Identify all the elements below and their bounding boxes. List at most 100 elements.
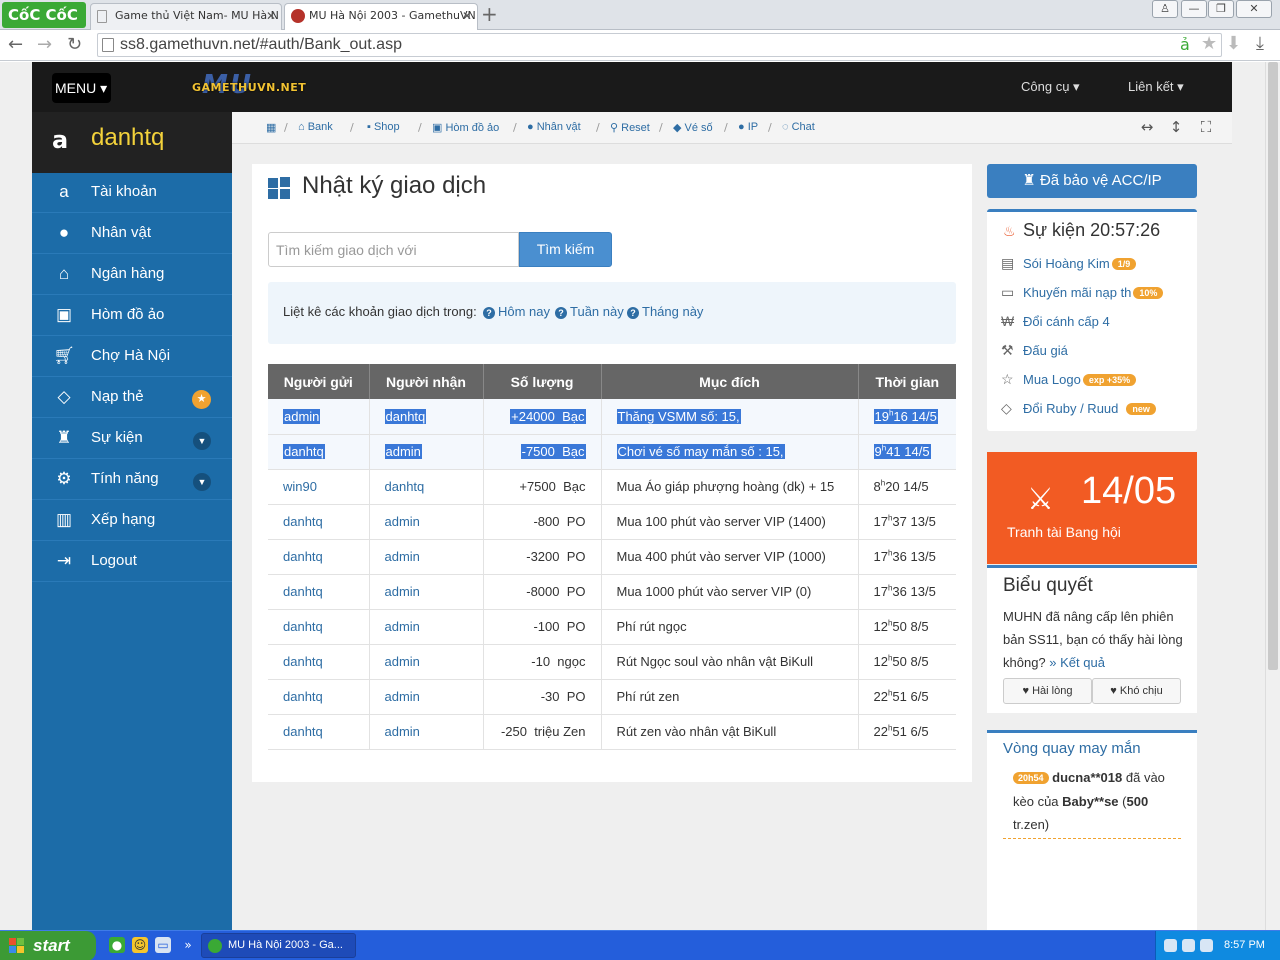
sidebar-item-account[interactable]: a Tài khoản (32, 173, 232, 213)
receiver-link[interactable]: admin (385, 549, 420, 564)
download-arrow-icon[interactable]: ⬇ (1226, 33, 1241, 54)
new-tab-icon[interactable]: + (481, 2, 501, 26)
download-icon[interactable]: ⤓ (1256, 33, 1264, 54)
receiver-link[interactable]: admin (385, 514, 420, 529)
search-input[interactable] (268, 232, 519, 267)
guild-war-tile[interactable]: ⚔ 14/05 Tranh tài Bang hội (987, 452, 1197, 564)
username[interactable]: danhtq (91, 124, 164, 152)
breadcrumb-chat[interactable]: ◌ Chat (782, 121, 815, 133)
receiver-link[interactable]: danhtq (385, 479, 425, 494)
chevron-down-icon[interactable]: ▼ (193, 473, 211, 491)
scrollbar-thumb[interactable] (1268, 62, 1278, 670)
receiver-link[interactable]: admin (384, 444, 422, 459)
messenger-icon[interactable] (1164, 939, 1177, 952)
breadcrumb-chest[interactable]: ▣ Hòm đồ ảo (432, 121, 499, 134)
sidebar-item-bank[interactable]: ⌂ Ngân hàng (32, 255, 232, 295)
receiver-link[interactable]: admin (385, 654, 420, 669)
breadcrumb-ip[interactable]: ● IP (738, 121, 758, 133)
filter-week-link[interactable]: ? Tuần này (555, 304, 624, 319)
links-dropdown[interactable]: Liên kết ▾ (1128, 79, 1184, 95)
sidebar-item-market[interactable]: 🛒︎ Chợ Hà Nội (32, 337, 232, 377)
filter-link-label: Tháng này (642, 304, 704, 319)
browser-tab[interactable]: Game thủ Việt Nam- MU Hà N ✕ (90, 3, 282, 30)
fullscreen-icon[interactable]: ⛶ (1196, 118, 1216, 136)
restore-icon[interactable]: ❐ (1208, 0, 1234, 18)
chevron-down-icon[interactable]: ▼ (193, 432, 211, 450)
volume-icon[interactable] (1200, 939, 1213, 952)
close-window-icon[interactable]: ✕ (1236, 0, 1272, 18)
sender-link[interactable]: danhtq (283, 514, 323, 529)
sender-link[interactable]: danhtq (283, 724, 323, 739)
sidebar-item-logout[interactable]: ⇥ Logout (32, 542, 232, 582)
sidebar-item-features[interactable]: ⚙ Tính năng ▼ (32, 460, 232, 500)
wheel-title[interactable]: Vòng quay may mắn (1003, 740, 1141, 757)
event-item[interactable]: ₩ Đổi cánh cấp 4 (1001, 313, 1110, 335)
poll-no-button[interactable]: ♥ Khó chịu (1092, 678, 1181, 704)
tools-dropdown[interactable]: Công cụ ▾ (1021, 79, 1080, 95)
menu-button[interactable]: MENU ▾ (52, 73, 111, 103)
breadcrumb-lottery[interactable]: ◆ Vé số (673, 121, 713, 134)
filter-today-link[interactable]: ? Hôm nay (483, 304, 550, 319)
browser-tab-active[interactable]: MU Hà Nội 2003 - GamethuVN ✕ (284, 3, 478, 30)
filter-month-link[interactable]: ? Tháng này (627, 304, 703, 319)
smiley-icon[interactable]: ☺ (132, 937, 148, 953)
start-button[interactable]: start (0, 931, 96, 960)
sender-link[interactable]: danhtq (283, 654, 323, 669)
receiver-link[interactable]: admin (385, 724, 420, 739)
breadcrumb-bank[interactable]: ⌂ Bank (298, 121, 333, 133)
sender-link[interactable]: danhtq (283, 689, 323, 704)
page-scrollbar[interactable] (1265, 62, 1280, 930)
sidebar-item-events[interactable]: ♜ Sự kiện ▼ (32, 419, 232, 459)
account-protected-button[interactable]: ♜ Đã bảo vệ ACC/IP (987, 164, 1197, 198)
sender-link[interactable]: win90 (283, 479, 317, 494)
show-desktop-icon[interactable]: ▭ (155, 937, 171, 953)
network-icon[interactable] (1182, 939, 1195, 952)
poll-yes-button[interactable]: ♥ Hài lòng (1003, 678, 1092, 704)
browser-logo[interactable]: CốC CốC (2, 2, 86, 28)
sender-link[interactable]: danhtq (283, 444, 325, 459)
event-item[interactable]: ☆ Mua Logo exp +35% (1001, 371, 1137, 393)
resize-horizontal-icon[interactable]: ↔ (1137, 118, 1157, 136)
reload-icon[interactable]: ↻ (67, 34, 82, 55)
resize-vertical-icon[interactable]: ↕ (1166, 118, 1186, 136)
receiver-link[interactable]: admin (385, 584, 420, 599)
receiver-link[interactable]: danhtq (384, 408, 427, 424)
bookmark-star-icon[interactable]: ★ (1201, 33, 1217, 54)
close-icon[interactable]: ✕ (266, 4, 276, 28)
sender-link[interactable]: danhtq (283, 549, 323, 564)
sender-link[interactable]: admin (283, 408, 321, 424)
event-item[interactable]: ▤ Sói Hoàng Kim 1/9 (1001, 255, 1137, 277)
breadcrumb-reset[interactable]: ⚲ Reset (610, 121, 650, 134)
sidebar-item-ranking[interactable]: ▥ Xếp hạng (32, 501, 232, 541)
search-button[interactable]: Tìm kiếm (519, 232, 612, 267)
forward-icon[interactable]: → (37, 34, 52, 55)
back-icon[interactable]: ← (8, 34, 23, 55)
sidebar-item-character[interactable]: ● Nhân vật (32, 214, 232, 254)
taskbar-window-button[interactable]: MU Hà Nội 2003 - Ga... (201, 933, 356, 958)
event-item[interactable]: ▭ Khuyến mãi nạp th 10% (1001, 284, 1164, 306)
url-field[interactable]: ss8.gamethuvn.net/#auth/Bank_out.asp (97, 33, 1222, 57)
event-label: Mua Logo (1023, 372, 1081, 387)
event-item[interactable]: ⚒ Đấu giá (1001, 342, 1068, 364)
calendar-icon[interactable]: ▦ (266, 121, 276, 134)
breadcrumb-character[interactable]: ● Nhân vật (527, 121, 581, 133)
event-item[interactable]: ◇ Đổi Ruby / Ruud new (1001, 400, 1156, 422)
receiver-link[interactable]: admin (385, 689, 420, 704)
close-icon[interactable]: ✕ (462, 4, 472, 28)
coccoc-icon[interactable]: ả (1180, 35, 1190, 54)
time-rest: 16 14/5 (893, 408, 937, 424)
user-icon[interactable]: ♙ (1152, 0, 1178, 18)
amount-value: +7500 Bạc (519, 479, 586, 494)
minimize-icon[interactable]: — (1181, 0, 1207, 18)
table-header-row: Người gửi Người nhận Số lượng Mục đích T… (268, 364, 956, 399)
sidebar-item-topup[interactable]: ◇ Nạp thẻ ★ (32, 378, 232, 418)
expand-chevron-icon[interactable]: » (180, 937, 196, 953)
browser-quicklaunch-icon[interactable]: ● (109, 937, 125, 953)
site-logo[interactable]: MU GAMETHUVN.NET (192, 70, 312, 100)
sender-link[interactable]: danhtq (283, 584, 323, 599)
poll-result-link[interactable]: » Kết quả (1049, 655, 1105, 670)
receiver-link[interactable]: admin (385, 619, 420, 634)
sender-link[interactable]: danhtq (283, 619, 323, 634)
breadcrumb-shop[interactable]: ▪ Shop (367, 121, 400, 133)
sidebar-item-virtual-chest[interactable]: ▣ Hòm đồ ảo (32, 296, 232, 336)
